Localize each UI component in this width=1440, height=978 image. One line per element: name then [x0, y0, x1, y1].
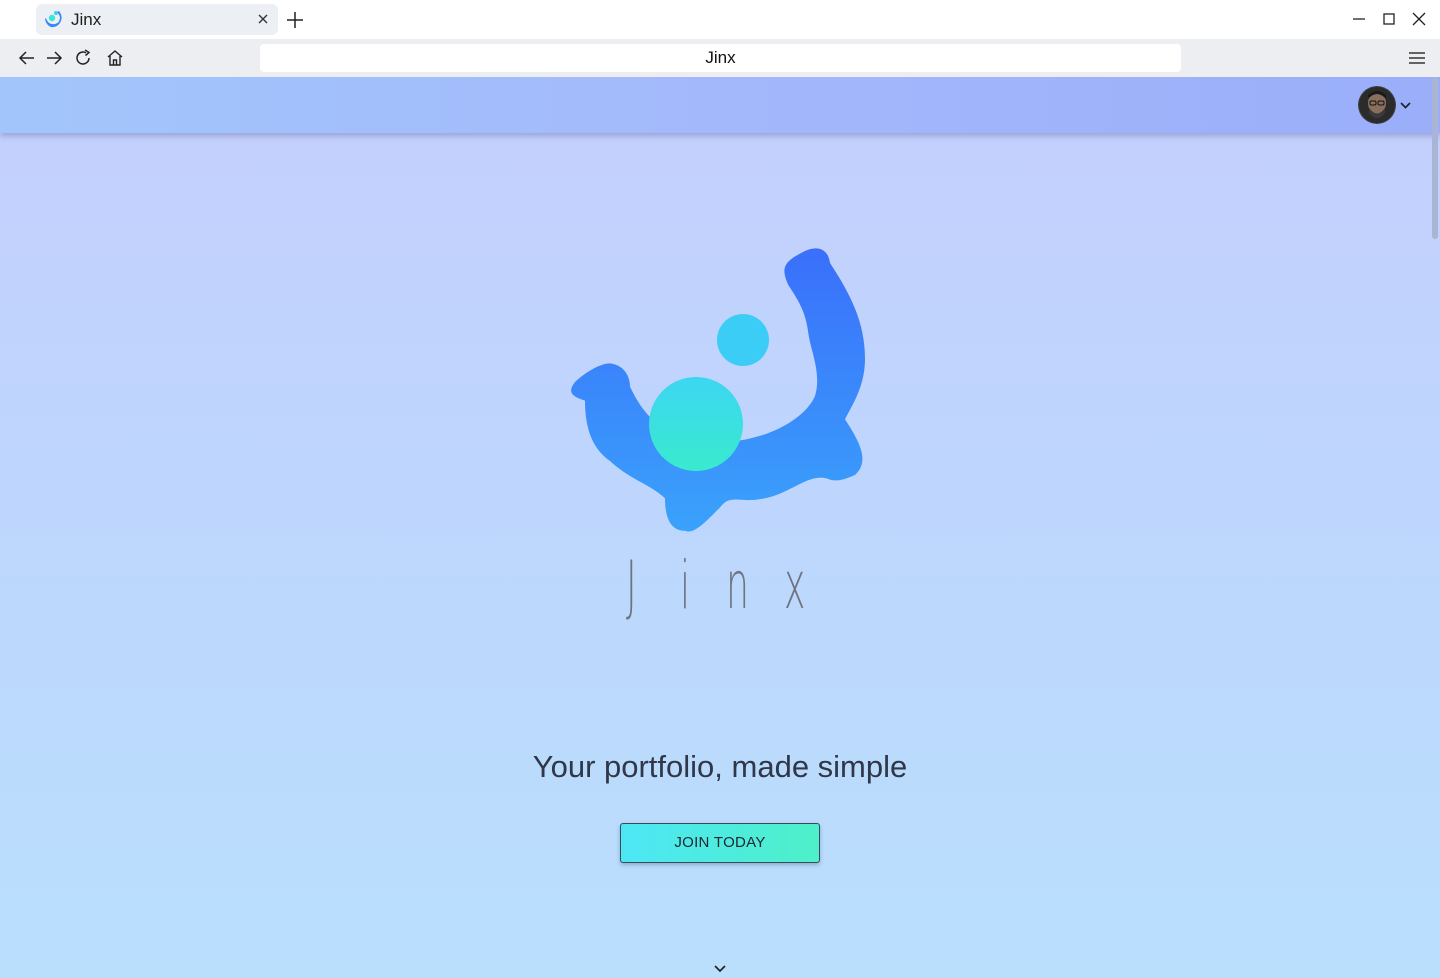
- new-tab-plus-icon[interactable]: [286, 11, 304, 29]
- browser-nav-bar: Jinx: [0, 39, 1440, 77]
- wordmark-letter-j: J: [626, 547, 637, 624]
- tab-title: Jinx: [71, 10, 102, 29]
- user-avatar[interactable]: [1358, 86, 1396, 124]
- scroll-down-chevron-icon[interactable]: [712, 961, 728, 975]
- hero-tagline: Your portfolio, made simple: [532, 749, 908, 784]
- jinx-favicon-icon: [45, 11, 62, 28]
- page-content: J i n x Your portfolio, made simple JOIN…: [0, 77, 1440, 978]
- logo-dot-small: [717, 314, 769, 366]
- app-header: [0, 77, 1440, 133]
- logo-dot-large: [649, 377, 743, 471]
- browser-tab[interactable]: Jinx: [36, 4, 278, 35]
- reload-icon[interactable]: [73, 48, 93, 68]
- minimize-icon[interactable]: [1350, 10, 1368, 28]
- scrollbar-thumb[interactable]: [1432, 77, 1438, 239]
- browser-tab-bar: Jinx: [0, 0, 1440, 39]
- window-close-icon[interactable]: [1410, 10, 1428, 28]
- hamburger-menu-icon[interactable]: [1408, 49, 1426, 67]
- address-bar[interactable]: Jinx: [260, 44, 1181, 72]
- wordmark-letter-i: i: [680, 547, 691, 624]
- jinx-wordmark: J i n x: [620, 547, 820, 627]
- tab-close-icon[interactable]: [256, 12, 270, 26]
- jinx-logo-icon: [571, 248, 865, 532]
- maximize-icon[interactable]: [1380, 10, 1398, 28]
- wordmark-letter-x: x: [784, 547, 806, 624]
- join-today-button[interactable]: JOIN TODAY: [620, 823, 820, 863]
- wordmark-letter-n: n: [726, 547, 750, 624]
- chevron-down-icon[interactable]: [1399, 99, 1412, 112]
- arrow-right-icon[interactable]: [44, 48, 64, 68]
- arrow-left-icon[interactable]: [17, 48, 37, 68]
- home-icon[interactable]: [105, 48, 125, 68]
- avatar-image: [1358, 86, 1396, 124]
